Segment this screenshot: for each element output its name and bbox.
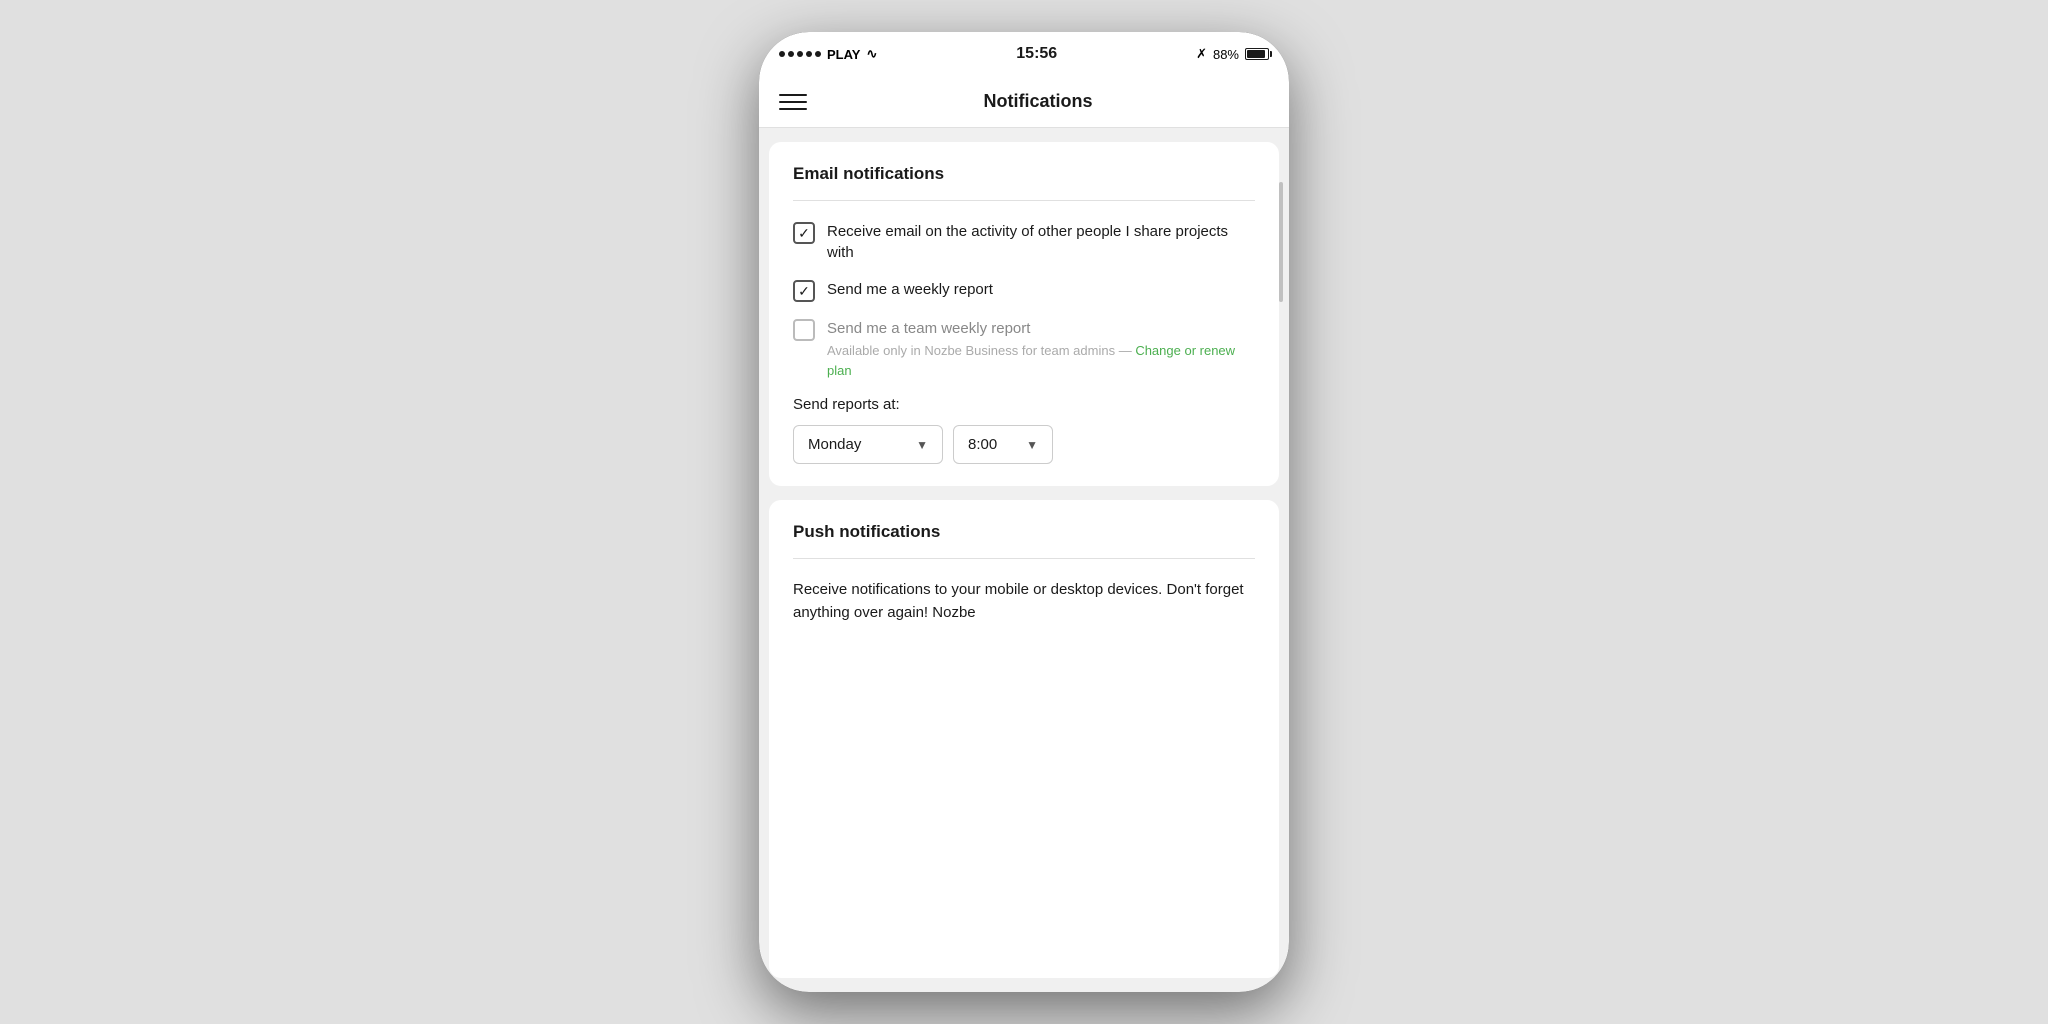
checkbox-weekly[interactable]: ✓ [793, 280, 815, 302]
hamburger-line-1 [779, 94, 807, 96]
email-section-title: Email notifications [793, 164, 1255, 184]
checkbox-weekly-label: Send me a weekly report [827, 279, 993, 300]
nav-bar: Notifications [759, 76, 1289, 128]
phone-frame: PLAY ∿ 15:56 ✗ 88% Notifications Email n… [759, 32, 1289, 992]
push-description: Receive notifications to your mobile or … [793, 579, 1255, 624]
checkbox-row-team-weekly: Send me a team weekly report Available o… [793, 318, 1255, 380]
dropdowns-row: Monday ▼ 8:00 ▼ [793, 425, 1255, 464]
checkmark-icon-2: ✓ [798, 284, 810, 298]
status-bar: PLAY ∿ 15:56 ✗ 88% [759, 32, 1289, 76]
push-notifications-card: Push notifications Receive notifications… [769, 500, 1279, 978]
time-dropdown[interactable]: 8:00 ▼ [953, 425, 1053, 464]
push-section-divider [793, 558, 1255, 559]
signal-dot-2 [788, 51, 794, 57]
carrier-label: PLAY [827, 47, 860, 62]
available-note-text: Available only in Nozbe Business for tea… [827, 343, 1132, 358]
signal-dot-4 [806, 51, 812, 57]
send-reports-label: Send reports at: [793, 396, 1255, 413]
checkbox-activity-label: Receive email on the activity of other p… [827, 221, 1255, 263]
day-chevron-icon: ▼ [916, 438, 928, 452]
checkbox-team-weekly[interactable] [793, 319, 815, 341]
send-reports-section: Send reports at: Monday ▼ 8:00 ▼ [793, 396, 1255, 464]
scroll-indicator[interactable] [1279, 182, 1283, 302]
signal-dot-5 [815, 51, 821, 57]
checkbox-row-weekly: ✓ Send me a weekly report [793, 279, 1255, 302]
checkbox-team-weekly-label: Send me a team weekly report [827, 318, 1255, 339]
available-note: Available only in Nozbe Business for tea… [827, 341, 1255, 380]
signal-dot-1 [779, 51, 785, 57]
wifi-icon: ∿ [866, 46, 877, 62]
signal-dots [779, 51, 821, 57]
status-right: ✗ 88% [1196, 46, 1269, 62]
checkbox-team-weekly-content: Send me a team weekly report Available o… [827, 318, 1255, 380]
time-chevron-icon: ▼ [1026, 438, 1038, 452]
day-value: Monday [808, 436, 861, 453]
hamburger-line-3 [779, 108, 807, 110]
email-section-divider [793, 200, 1255, 201]
page-title: Notifications [807, 91, 1269, 112]
time-value: 8:00 [968, 436, 997, 453]
battery-fill [1247, 50, 1265, 58]
content-area: Email notifications ✓ Receive email on t… [759, 128, 1289, 992]
checkmark-icon: ✓ [798, 226, 810, 240]
email-notifications-card: Email notifications ✓ Receive email on t… [769, 142, 1279, 486]
checkbox-activity[interactable]: ✓ [793, 222, 815, 244]
day-dropdown[interactable]: Monday ▼ [793, 425, 943, 464]
checkbox-row-activity: ✓ Receive email on the activity of other… [793, 221, 1255, 263]
push-section-title: Push notifications [793, 522, 1255, 542]
battery-percentage: 88% [1213, 47, 1239, 62]
hamburger-menu-button[interactable] [779, 94, 807, 110]
bluetooth-icon: ✗ [1196, 46, 1207, 62]
signal-dot-3 [797, 51, 803, 57]
hamburger-line-2 [779, 101, 807, 103]
time-display: 15:56 [1016, 45, 1057, 63]
status-left: PLAY ∿ [779, 46, 877, 62]
battery-icon [1245, 48, 1269, 60]
